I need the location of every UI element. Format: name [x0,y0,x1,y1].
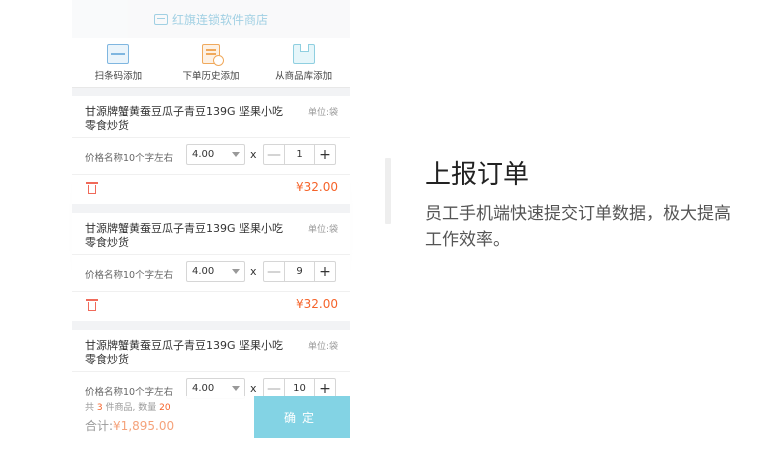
order-history-icon [202,44,224,66]
quantity-decrease-button[interactable]: — [264,262,285,281]
product-library-add-label: 从商品库添加 [275,71,333,82]
store-icon [153,13,168,25]
trash-body [88,302,96,311]
product-card: 甘源牌蟹黄蚕豆瓜子青豆139G 坚果小吃零食炒货 单位:袋 价格名称10个字左右… [72,96,350,204]
product-library-add-button[interactable]: 从商品库添加 [257,38,350,87]
divider [72,137,350,138]
quantity-total: 20 [159,403,171,413]
trash-body [88,185,96,194]
order-history-add-button[interactable]: 下单历史添加 [165,38,258,87]
summary-prefix: 共 [85,403,95,413]
divider [72,291,350,292]
add-method-bar: 扫条码添加 下单历史添加 从商品库添加 [72,38,350,88]
feature-title: 上报订单 [425,160,530,190]
divider [72,174,350,175]
quantity-increase-button[interactable]: + [314,262,335,281]
order-footer: 共 3 件商品, 数量 20 合计:¥1,895.00 确定 [72,396,350,438]
item-count: 3 [96,403,103,413]
price-label: 价格名称10个字左右 [85,270,174,281]
quantity-increase-button[interactable]: + [314,145,335,164]
product-title: 甘源牌蟹黄蚕豆瓜子青豆139G 坚果小吃零食炒货 [85,339,284,366]
summary-middle: 件商品, 数量 [105,403,157,413]
quantity-decrease-button[interactable]: — [264,145,285,164]
price-select[interactable]: 4.00 [186,144,245,165]
order-total: 合计:¥1,895.00 [85,417,174,434]
confirm-button[interactable]: 确定 [254,396,350,438]
total-label: 合计: [85,419,114,433]
phone-screen: 红旗连锁软件商店 扫条码添加 下单历史添加 从商品库添加 甘源牌蟹黄蚕豆瓜子青豆… [72,0,350,438]
product-unit: 单位:袋 [307,108,338,118]
scan-barcode-add-label: 扫条码添加 [94,71,143,82]
trash-icon[interactable] [86,182,98,194]
divider [72,371,350,372]
chevron-down-icon [232,386,240,391]
quantity-stepper: — 9 + [263,261,336,282]
store-name: 红旗连锁软件商店 [171,12,268,27]
price-select[interactable]: 4.00 [186,261,245,282]
bottom-fade [0,438,770,454]
product-subtotal: ¥32.00 [296,180,338,194]
price-select-value: 4.00 [192,149,215,160]
multiply-sign: x [250,265,257,278]
product-unit: 单位:袋 [307,225,338,235]
product-unit: 单位:袋 [307,342,338,352]
price-select-value: 4.00 [192,383,215,394]
barcode-icon [107,44,130,64]
scan-barcode-add-button[interactable]: 扫条码添加 [72,38,165,87]
multiply-sign: x [250,148,257,161]
order-summary: 共 3 件商品, 数量 20 [85,400,171,413]
product-library-icon [292,43,315,64]
chevron-down-icon [232,269,240,274]
multiply-sign: x [250,382,257,395]
store-header: 红旗连锁软件商店 [72,0,350,38]
quantity-input[interactable]: 1 [285,145,314,164]
price-select-value: 4.00 [192,266,215,277]
feature-description: 员工手机端快速提交订单数据，极大提高工作效率。 [425,204,731,250]
price-label: 价格名称10个字左右 [85,153,174,164]
product-subtotal: ¥32.00 [296,297,338,311]
product-card: 甘源牌蟹黄蚕豆瓜子青豆139G 坚果小吃零食炒货 单位:袋 价格名称10个字左右… [72,213,350,321]
quantity-stepper: — 1 + [263,144,336,165]
total-amount: ¥1,895.00 [113,419,175,433]
product-title: 甘源牌蟹黄蚕豆瓜子青豆139G 坚果小吃零食炒货 [85,222,284,249]
section-divider [385,158,391,224]
quantity-input[interactable]: 9 [285,262,314,281]
trash-icon[interactable] [86,299,98,311]
product-title: 甘源牌蟹黄蚕豆瓜子青豆139G 坚果小吃零食炒货 [85,105,284,132]
trash-lid [86,299,98,301]
order-history-add-label: 下单历史添加 [182,71,240,82]
trash-lid [86,182,98,184]
chevron-down-icon [232,152,240,157]
divider [72,254,350,255]
